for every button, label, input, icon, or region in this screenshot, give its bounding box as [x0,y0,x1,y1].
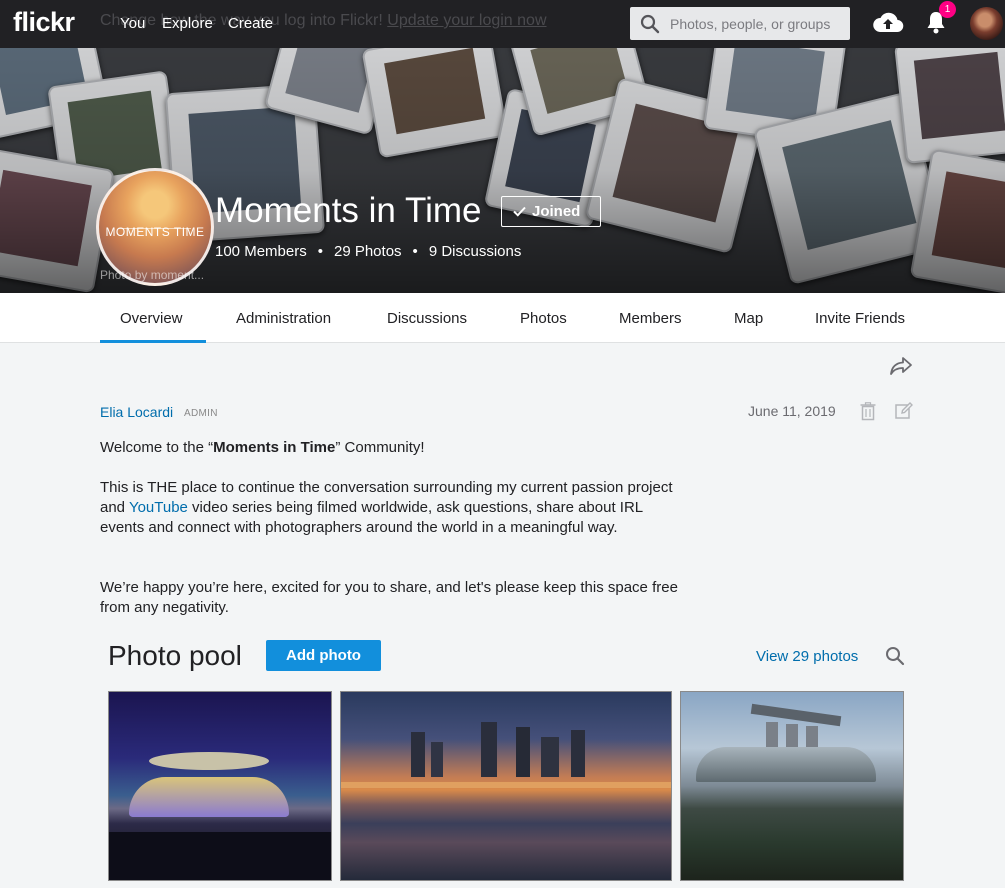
check-icon [513,206,526,217]
joined-label: Joined [532,203,581,220]
group-tab-bar: Overview Administration Discussions Phot… [0,293,1005,343]
pool-search-icon[interactable] [885,646,905,666]
stats-separator: • [412,243,418,260]
photo-detail [541,737,559,777]
tab-photos[interactable]: Photos [520,310,567,327]
post-paragraph-guidelines: We’re happy you’re here, excited for you… [100,579,678,616]
pool-photo-thumbnail[interactable] [680,691,904,881]
view-photos-link[interactable]: View 29 photos [756,648,858,665]
upload-cloud-icon[interactable] [872,10,904,34]
photo-detail [341,782,671,788]
nav-you[interactable]: You [120,15,145,32]
pool-photo-thumbnail[interactable] [340,691,672,881]
top-nav: flickr Change how the way you log into F… [0,0,1005,48]
search-input[interactable] [670,13,840,35]
photo-detail [571,730,585,777]
login-banner-link[interactable]: Update your login now [387,12,546,29]
photo-detail [696,747,876,782]
user-avatar[interactable] [970,7,1003,40]
welcome-text-start: Welcome to the “ [100,439,214,456]
photo-detail [516,727,530,777]
flickr-logo[interactable]: flickr [13,7,75,38]
joined-button[interactable]: Joined [501,196,601,227]
active-tab-indicator [100,340,206,343]
welcome-group-name: Moments in Time [213,439,336,456]
tab-map[interactable]: Map [734,310,763,327]
photo-credit[interactable]: Photo by moment... [100,268,204,282]
photo-detail [129,777,289,817]
photos-count[interactable]: 29 Photos [334,243,402,260]
stats-separator: • [317,243,323,260]
edit-icon[interactable] [895,402,913,420]
discussions-count[interactable]: 9 Discussions [429,243,522,260]
pool-photo-thumbnail[interactable] [108,691,332,881]
add-photo-button[interactable]: Add photo [266,640,381,671]
tab-invite-friends[interactable]: Invite Friends [815,310,905,327]
youtube-link[interactable]: YouTube [129,499,188,516]
share-icon[interactable] [889,355,913,377]
tab-discussions[interactable]: Discussions [387,310,467,327]
welcome-text-end: ” Community! [335,439,425,456]
nav-explore[interactable]: Explore [162,15,213,32]
nav-create[interactable]: Create [228,15,273,32]
group-icon-text: MOMENTS TIME [105,225,205,239]
post-author-role: ADMIN [184,408,218,419]
trash-icon[interactable] [860,402,876,421]
photo-detail [149,752,269,770]
post-paragraph-welcome: Welcome to the “Moments in Time” Communi… [100,438,680,458]
tab-members[interactable]: Members [619,310,682,327]
photo-detail [750,703,842,727]
photo-detail [109,832,331,880]
search-icon [640,14,660,34]
notification-badge: 1 [939,1,956,18]
tab-overview[interactable]: Overview [120,310,183,327]
photo-detail [411,732,425,777]
group-cover: MOMENTS TIME Moments in Time Joined 100 … [0,48,1005,293]
photo-pool-title: Photo pool [108,640,242,671]
members-count[interactable]: 100 Members [215,243,307,260]
login-banner-text: the way you log into Flickr! [194,12,383,29]
tab-administration[interactable]: Administration [236,310,331,327]
photo-detail [431,742,443,777]
group-stats: 100 Members • 29 Photos • 9 Discussions [215,243,521,260]
group-title: Moments in Time [215,191,482,230]
photo-detail [481,722,497,777]
post-paragraph-about: This is THE place to continue the conver… [100,478,680,538]
post-author[interactable]: Elia Locardi [100,404,173,420]
post-date: June 11, 2019 [748,403,836,419]
search-box[interactable] [630,7,850,40]
